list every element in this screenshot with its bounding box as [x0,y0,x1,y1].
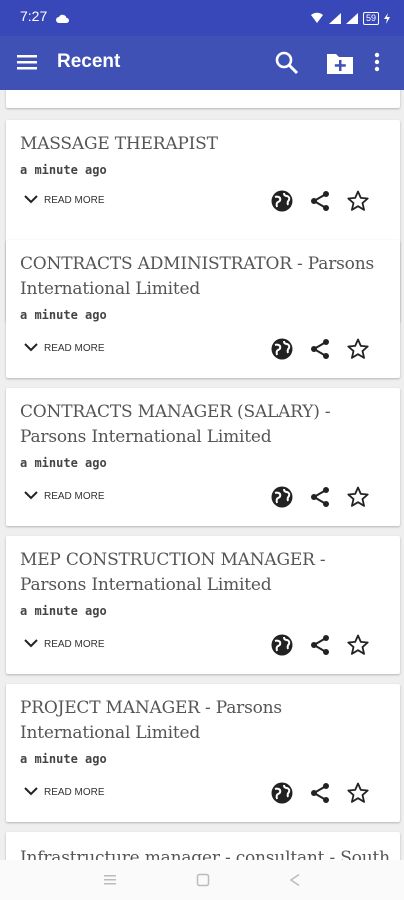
read-more-button[interactable]: READ MORE [24,786,105,799]
globe-icon[interactable] [270,189,294,213]
chevron-down-icon [24,638,38,651]
job-title[interactable]: CONTRACTS ADMINISTRATOR - Parsons Intern… [20,252,390,302]
search-icon[interactable] [274,50,300,80]
chevron-down-icon [24,786,38,799]
system-navigation-bar [0,860,404,900]
home-icon[interactable] [196,872,210,891]
job-title[interactable]: MEP CONSTRUCTION MANAGER - Parsons Inter… [20,548,390,598]
read-more-label: READ MORE [44,343,105,354]
signal-icon [345,9,358,28]
status-bar: 7:27 59 [0,0,404,36]
share-icon[interactable] [308,337,332,361]
wifi-icon [310,9,324,28]
signal-icon [328,9,341,28]
read-more-label: READ MORE [44,639,105,650]
read-more-button[interactable]: READ MORE [24,194,105,207]
star-outline-icon[interactable] [346,781,370,805]
chevron-down-icon [24,342,38,355]
read-more-button[interactable]: READ MORE [24,490,105,503]
globe-icon[interactable] [270,337,294,361]
battery-level: 59 [362,12,379,25]
job-card[interactable]: PROJECT MANAGER - Parsons International … [6,684,400,822]
chevron-down-icon [24,490,38,503]
app-bar: Recent [0,36,404,90]
posted-time: a minute ago [20,456,107,470]
globe-icon[interactable] [270,781,294,805]
posted-time: a minute ago [20,163,107,177]
more-vertical-icon[interactable] [374,50,380,78]
star-outline-icon[interactable] [346,337,370,361]
share-icon[interactable] [308,485,332,509]
read-more-label: READ MORE [44,491,105,502]
read-more-button[interactable]: READ MORE [24,342,105,355]
charging-icon [384,9,390,28]
job-card[interactable]: CONTRACTS ADMINISTRATOR - Parsons Intern… [6,240,400,378]
create-new-folder-icon[interactable] [326,51,354,79]
job-title[interactable]: CONTRACTS MANAGER (SALARY) - Parsons Int… [20,400,390,450]
star-outline-icon[interactable] [346,485,370,509]
job-card[interactable]: CONTRACTS MANAGER (SALARY) - Parsons Int… [6,388,400,526]
share-icon[interactable] [308,781,332,805]
share-icon[interactable] [308,633,332,657]
job-title[interactable]: Infrastructure manager - consultant - So… [20,846,390,860]
job-card-partial-bottom[interactable]: Infrastructure manager - consultant - So… [6,832,400,860]
job-title[interactable]: MASSAGE THERAPIST [20,132,390,157]
page-title: Recent [57,51,121,72]
cloud-icon [56,9,70,28]
posted-time: a minute ago [20,752,107,766]
job-title[interactable]: PROJECT MANAGER - Parsons International … [20,696,390,746]
chevron-down-icon [24,194,38,207]
posted-time: a minute ago [20,308,107,322]
job-list[interactable]: MASSAGE THERAPIST a minute ago READ MORE… [0,90,404,860]
globe-icon[interactable] [270,633,294,657]
job-card-partial-top[interactable] [6,90,400,108]
star-outline-icon[interactable] [346,633,370,657]
job-card[interactable]: MEP CONSTRUCTION MANAGER - Parsons Inter… [6,536,400,674]
back-icon[interactable] [288,872,302,891]
read-more-button[interactable]: READ MORE [24,638,105,651]
posted-time: a minute ago [20,604,107,618]
menu-icon[interactable] [16,51,38,73]
share-icon[interactable] [308,189,332,213]
star-outline-icon[interactable] [346,189,370,213]
globe-icon[interactable] [270,485,294,509]
status-time: 7:27 [20,8,48,24]
read-more-label: READ MORE [44,787,105,798]
read-more-label: READ MORE [44,195,105,206]
recents-icon[interactable] [103,872,117,891]
